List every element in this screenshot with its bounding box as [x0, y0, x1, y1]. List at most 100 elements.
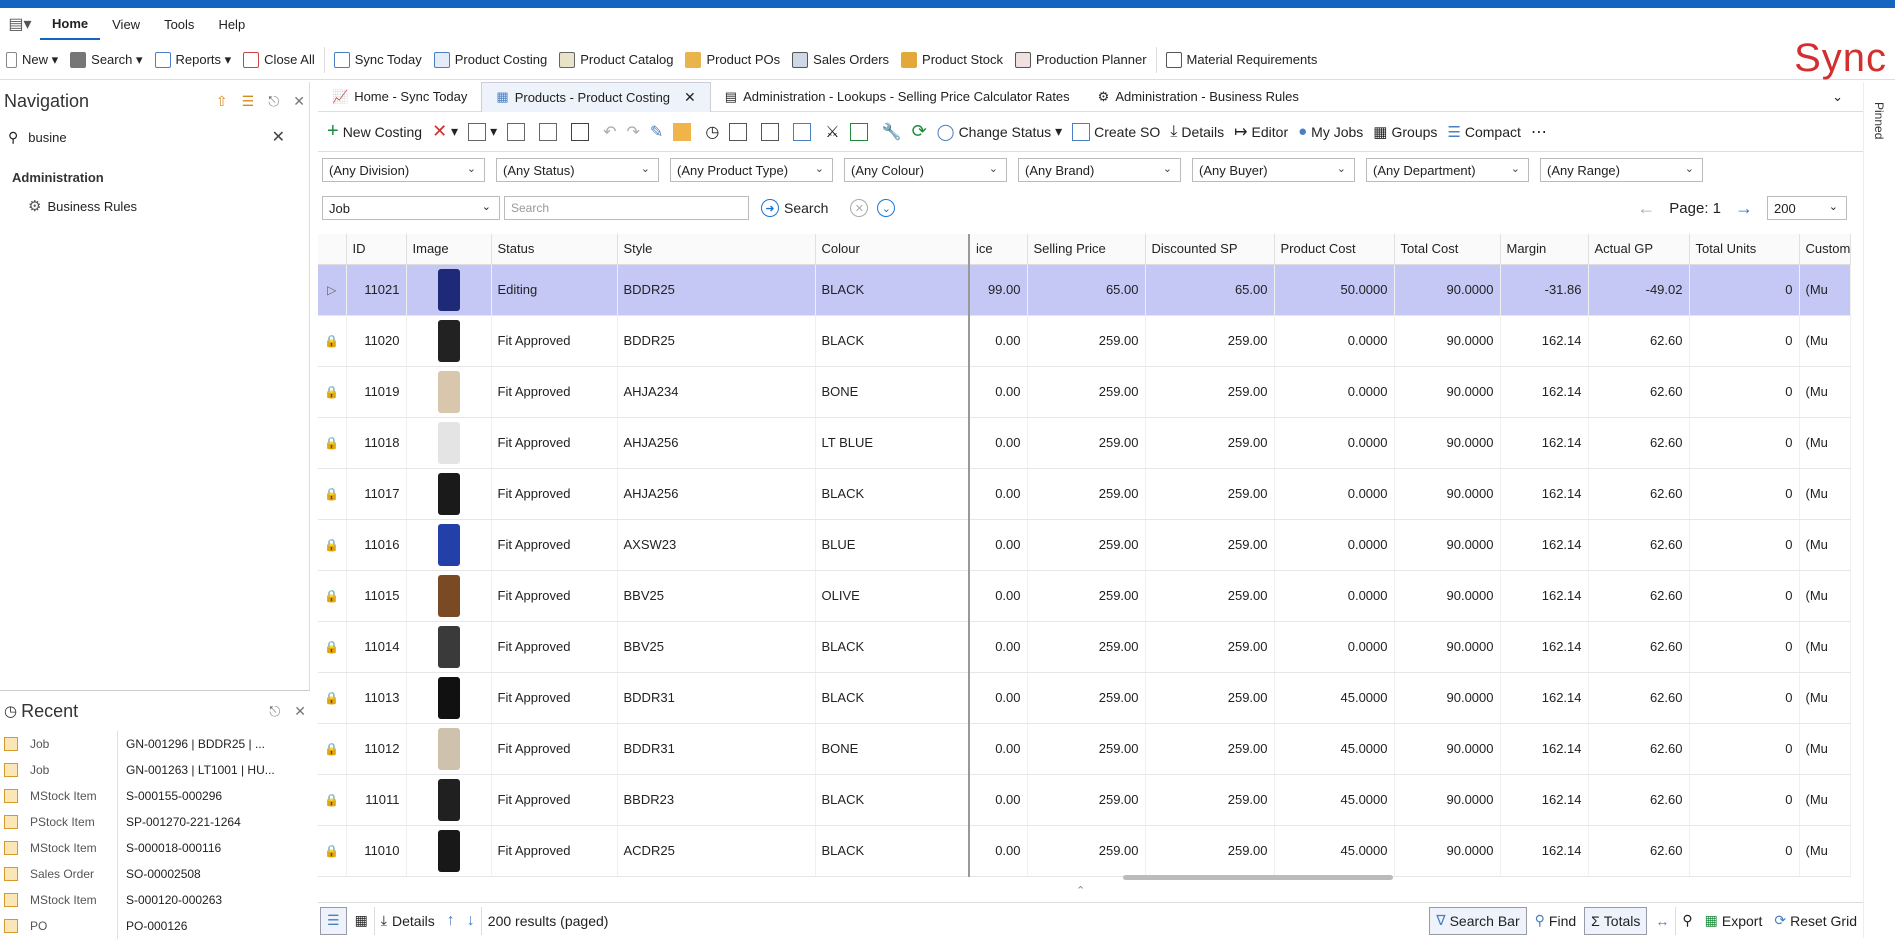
search-bar-toggle[interactable]: ∇ Search Bar: [1429, 906, 1527, 935]
close-all-button[interactable]: Close All: [237, 45, 321, 75]
column-header-total-cost[interactable]: Total Cost: [1394, 234, 1501, 265]
table-row[interactable]: 🔒 11019 Fit Approved AHJA234 BONE 0.00 259.00 2…: [318, 366, 1852, 418]
table-row[interactable]: 🔒 11018 Fit Approved AHJA256 LT BLUE 0.00 259.…: [318, 417, 1852, 469]
recent-item[interactable]: Sales Order SO-00002508: [0, 861, 310, 887]
material-requirements-button[interactable]: Material Requirements: [1160, 45, 1324, 75]
table-row[interactable]: 🔒 11017 Fit Approved AHJA256 BLACK 0.00 259.00…: [318, 468, 1852, 520]
product-thumbnail[interactable]: [437, 829, 460, 872]
navigation-item-business-rules[interactable]: ⚙ Business Rules: [28, 197, 309, 215]
table-row[interactable]: 🔒 11013 Fit Approved BDDR31 BLACK 0.00 259.00 2…: [318, 672, 1852, 724]
sales-orders-button[interactable]: Sales Orders: [786, 45, 895, 75]
new-button[interactable]: New ▾: [0, 45, 64, 75]
navigation-group-administration[interactable]: Administration: [12, 170, 309, 185]
recent-item[interactable]: PO PO-000126: [0, 913, 310, 939]
compact-button[interactable]: ☰ Compact: [1442, 117, 1525, 147]
card-view-button[interactable]: ▦: [349, 907, 374, 935]
column-header-image[interactable]: Image: [406, 234, 492, 265]
table-row[interactable]: 🔒 11020 Fit Approved BDDR25 BLACK 0.00 259.00 2…: [318, 315, 1852, 367]
column-header-style[interactable]: Style: [617, 234, 816, 265]
page-size-select[interactable]: 200 ⌄: [1767, 196, 1847, 220]
product-thumbnail[interactable]: [437, 370, 460, 413]
new-costing-button[interactable]: + New Costing: [322, 117, 427, 147]
column-header-status[interactable]: Status: [491, 234, 618, 265]
tab-selling-price-calculator-rates[interactable]: ▤ Administration - Lookups - Selling Pric…: [711, 82, 1084, 112]
product-thumbnail[interactable]: [437, 727, 460, 770]
money-button[interactable]: [845, 117, 877, 147]
filter-department[interactable]: (Any Department) ⌄: [1366, 158, 1529, 182]
navigation-search[interactable]: ⚲ busine ✕: [8, 122, 301, 152]
pin-icon[interactable]: ⎋: [268, 93, 279, 110]
menu-home[interactable]: Home: [40, 8, 101, 40]
column-header-product-cost[interactable]: Product Cost: [1274, 234, 1395, 265]
production-planner-button[interactable]: Production Planner: [1009, 45, 1153, 75]
product-stock-button[interactable]: Product Stock: [895, 45, 1009, 75]
collapse-icon[interactable]: ⇧: [216, 93, 228, 110]
column-header-price[interactable]: ice: [969, 234, 1028, 265]
table-row[interactable]: 🔒 11010 Fit Approved ACDR25 BLACK 0.00 259.00 2…: [318, 825, 1852, 877]
close-tab-icon[interactable]: ✕: [684, 89, 696, 106]
open-folder-button[interactable]: [668, 117, 700, 147]
duplicate-button[interactable]: [502, 117, 534, 147]
details-button[interactable]: ⤓ Details: [1165, 117, 1229, 147]
column-header-custom[interactable]: Custom: [1799, 234, 1852, 265]
search-field-select[interactable]: Job ⌄: [322, 196, 500, 220]
pin-icon[interactable]: ⎋: [269, 703, 280, 720]
row-expand-icon[interactable]: ▷: [318, 264, 347, 316]
table-row[interactable]: ▷ 11021 Editing BDDR25 BLACK 99.00 65.00 65.00 5…: [318, 264, 1852, 316]
refresh-button[interactable]: ⟳: [907, 117, 932, 147]
column-header-total-units[interactable]: Total Units: [1689, 234, 1800, 265]
copy-menu-button[interactable]: ▾: [463, 117, 502, 147]
column-header-actual-gp[interactable]: Actual GP: [1588, 234, 1690, 265]
recent-item[interactable]: Job GN-001296 | BDDR25 | ...: [0, 731, 310, 757]
recent-item[interactable]: Job GN-001263 | LT1001 | HU...: [0, 757, 310, 783]
filter-colour[interactable]: (Any Colour) ⌄: [844, 158, 1007, 182]
product-thumbnail[interactable]: [437, 319, 460, 362]
column-header-margin[interactable]: Margin: [1500, 234, 1589, 265]
find-button[interactable]: ⚲ Find: [1529, 907, 1583, 935]
create-so-button[interactable]: Create SO: [1067, 117, 1165, 147]
editor-button[interactable]: ↦ Editor: [1229, 117, 1293, 147]
pinned-side-tab[interactable]: Pinned: [1863, 82, 1895, 938]
filter-status[interactable]: (Any Status) ⌄: [496, 158, 659, 182]
totals-toggle[interactable]: Σ Totals: [1584, 906, 1648, 935]
tab-business-rules[interactable]: ⚙ Administration - Business Rules: [1084, 82, 1313, 112]
recent-item[interactable]: MStock Item S-000155-000296: [0, 783, 310, 809]
details-panel-button[interactable]: ⤓ Details: [373, 906, 441, 935]
product-thumbnail[interactable]: [437, 574, 460, 617]
column-header-selling-price[interactable]: Selling Price: [1027, 234, 1146, 265]
search-button[interactable]: ➜ Search: [761, 199, 828, 217]
more-options-icon[interactable]: ⋯: [1526, 117, 1552, 147]
tab-home-sync-today[interactable]: 📈 Home - Sync Today: [318, 82, 481, 112]
close-icon[interactable]: ✕: [293, 93, 305, 110]
redo-button[interactable]: ↷: [622, 117, 645, 147]
groups-button[interactable]: ▦ Groups: [1368, 117, 1442, 147]
tabs-overflow-icon[interactable]: ⌄: [1832, 89, 1843, 105]
edit-button[interactable]: ✎: [645, 117, 668, 147]
product-catalog-button[interactable]: Product Catalog: [553, 45, 679, 75]
my-jobs-button[interactable]: ● My Jobs: [1293, 117, 1368, 147]
product-thumbnail[interactable]: [437, 625, 460, 668]
delete-button[interactable]: ✕ ▾: [427, 117, 463, 147]
tools-button[interactable]: 🔧: [877, 117, 907, 147]
menu-view[interactable]: View: [100, 8, 152, 40]
column-header-colour[interactable]: Colour: [815, 234, 970, 265]
tag-button[interactable]: ⚔: [820, 117, 844, 147]
column-header-id[interactable]: ID: [346, 234, 407, 265]
expand-filters-button[interactable]: ⌄: [877, 199, 900, 217]
list-view-button[interactable]: ☰: [320, 906, 347, 935]
undo-button[interactable]: ↶: [598, 117, 621, 147]
horizontal-scrollbar[interactable]: [1123, 875, 1393, 880]
menu-help[interactable]: Help: [206, 8, 257, 40]
history-button[interactable]: ◷: [700, 117, 724, 147]
collapse-panel-icon[interactable]: ⌃: [1076, 884, 1085, 897]
table-row[interactable]: 🔒 11016 Fit Approved AXSW23 BLUE 0.00 259.00 25…: [318, 519, 1852, 571]
navigation-search-input[interactable]: busine: [28, 130, 66, 145]
product-thumbnail[interactable]: [437, 268, 460, 311]
move-down-button[interactable]: ↓: [461, 907, 481, 935]
change-status-button[interactable]: ◯ Change Status ▾: [932, 117, 1067, 147]
tab-product-costing[interactable]: ▦ Products - Product Costing ✕: [481, 81, 711, 112]
product-thumbnail[interactable]: [437, 421, 460, 464]
reset-grid-button[interactable]: ⟳ Reset Grid: [1768, 907, 1863, 935]
search-input[interactable]: Search: [504, 196, 749, 220]
print-button[interactable]: [566, 117, 598, 147]
